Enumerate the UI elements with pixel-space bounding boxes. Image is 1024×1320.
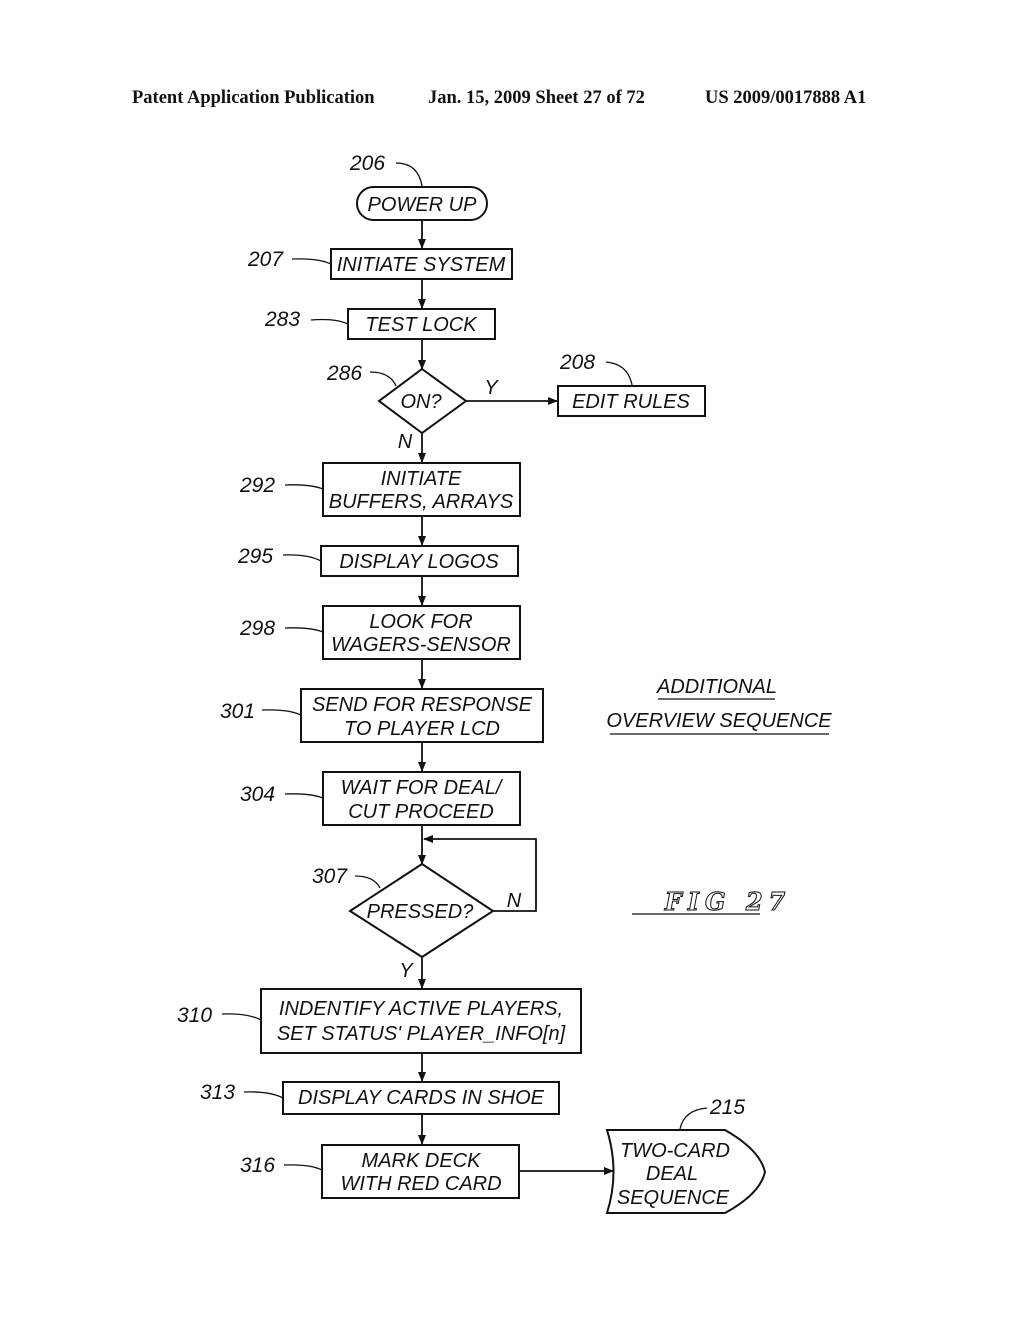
initiate-buffers-label-1: INITIATE: [381, 468, 462, 490]
ref-313: 313: [200, 1081, 235, 1104]
two-card-deal-label-2: DEAL: [646, 1163, 698, 1185]
pressed-decision-label: PRESSED?: [367, 901, 475, 923]
ref-298: 298: [239, 617, 275, 640]
on-decision-label: ON?: [400, 391, 442, 413]
leader-307: [354, 875, 381, 889]
send-for-response-label-2: TO PLAYER LCD: [344, 718, 500, 740]
look-for-wagers-label-2: WAGERS-SENSOR: [331, 634, 511, 656]
wait-for-deal-label-1: WAIT FOR DEAL/: [341, 777, 504, 799]
look-for-wagers-label-1: LOOK FOR: [369, 611, 472, 633]
leader-283: [310, 318, 349, 325]
ref-295: 295: [237, 545, 273, 568]
mark-deck-label-1: MARK DECK: [362, 1150, 483, 1172]
ref-206: 206: [349, 152, 385, 175]
leader-316: [283, 1164, 323, 1171]
leader-208: [605, 361, 633, 386]
ref-301: 301: [220, 700, 255, 723]
mark-deck-label-2: WITH RED CARD: [340, 1173, 501, 1195]
ref-310: 310: [177, 1004, 212, 1027]
on-no-label: N: [398, 431, 413, 453]
diagram-title-line-1: ADDITIONAL: [656, 676, 777, 698]
ref-215: 215: [709, 1096, 745, 1119]
test-lock-label: TEST LOCK: [365, 314, 478, 336]
leader-215: [679, 1107, 708, 1130]
ref-304: 304: [240, 783, 275, 806]
leader-286: [369, 371, 397, 387]
pressed-no-label: N: [507, 890, 522, 912]
leader-313: [243, 1091, 284, 1099]
leader-310: [221, 1013, 262, 1021]
power-up-label: POWER UP: [368, 194, 478, 216]
leader-206: [395, 162, 423, 187]
wait-for-deal-label-2: CUT PROCEED: [348, 801, 494, 823]
leader-301: [261, 709, 302, 716]
ref-316: 316: [240, 1154, 275, 1177]
diagram-title-line-2: OVERVIEW SEQUENCE: [606, 710, 832, 732]
ref-307: 307: [312, 865, 348, 888]
identify-players-label-1: INDENTIFY ACTIVE PLAYERS,: [279, 998, 563, 1020]
pressed-yes-label: Y: [399, 960, 414, 982]
ref-283: 283: [264, 308, 300, 331]
two-card-deal-label-3: SEQUENCE: [617, 1187, 730, 1209]
ref-207: 207: [247, 248, 284, 271]
identify-players-label-2: SET STATUS' PLAYER_INFO[n]: [277, 1023, 566, 1045]
display-cards-label: DISPLAY CARDS IN SHOE: [298, 1087, 545, 1109]
on-yes-label: Y: [484, 377, 499, 399]
figure-label: FIG 27: [632, 887, 792, 917]
leader-298: [284, 627, 324, 633]
flowchart: POWER UP INITIATE SYSTEM TEST LOCK ON? E…: [177, 152, 832, 1214]
initiate-system-label: INITIATE SYSTEM: [337, 254, 506, 276]
edit-rules-label: EDIT RULES: [572, 391, 690, 413]
ref-286: 286: [326, 362, 362, 385]
initiate-buffers-label-2: BUFFERS, ARRAYS: [329, 491, 514, 513]
ref-208: 208: [559, 351, 595, 374]
leader-207: [291, 258, 332, 265]
two-card-deal-label-1: TWO-CARD: [620, 1140, 730, 1162]
figure-label-text: FIG 27: [664, 887, 792, 916]
leader-304: [284, 793, 324, 799]
leader-295: [282, 554, 322, 562]
ref-292: 292: [239, 474, 275, 497]
send-for-response-label-1: SEND FOR RESPONSE: [312, 694, 533, 716]
leader-292: [284, 484, 324, 490]
display-logos-label: DISPLAY LOGOS: [339, 551, 499, 573]
